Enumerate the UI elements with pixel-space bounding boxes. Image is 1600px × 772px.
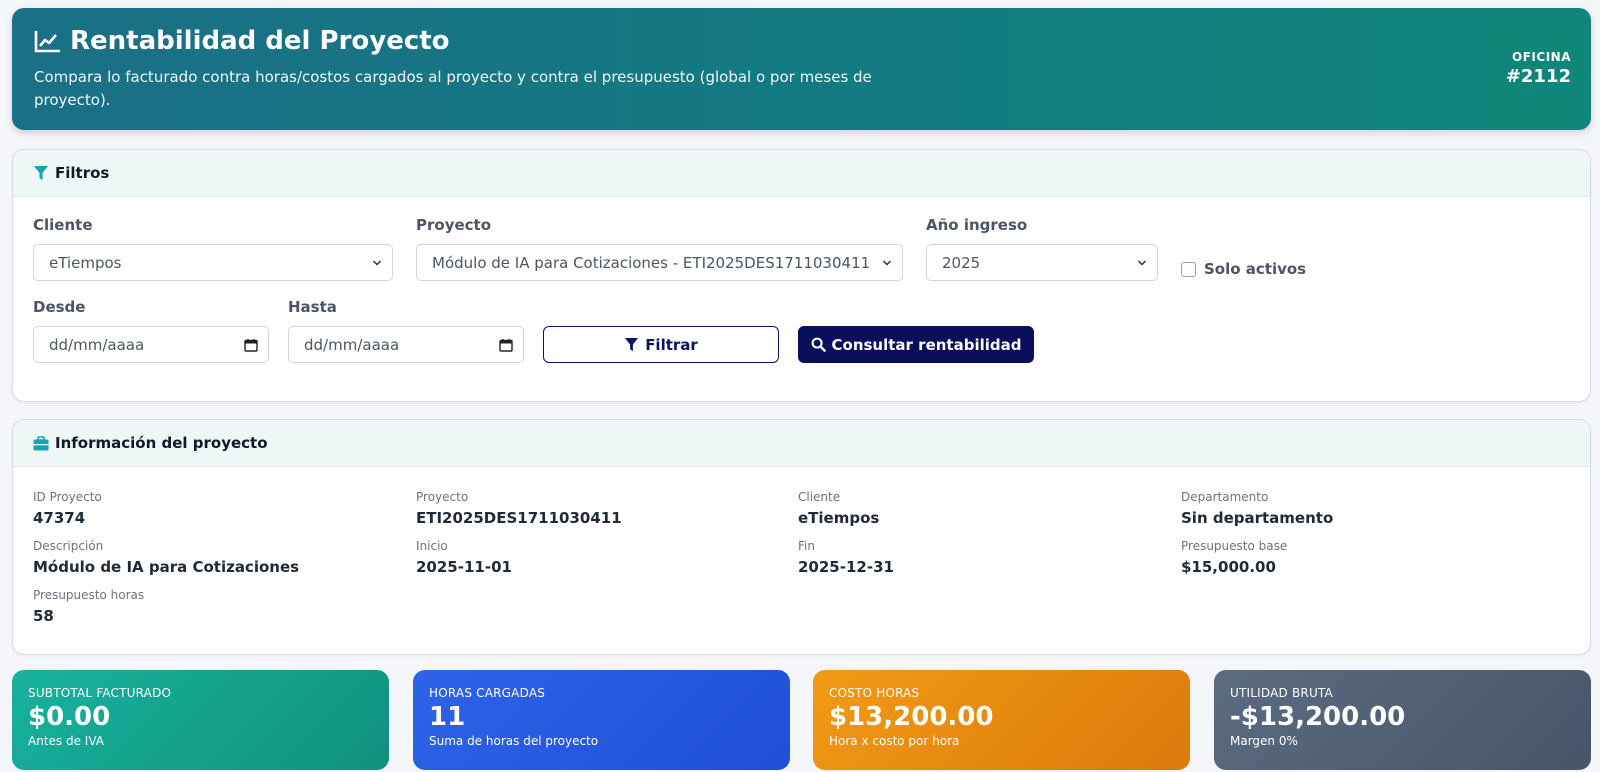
solo-activos-toggle[interactable]: Solo activos	[1181, 260, 1306, 278]
chevron-down-icon	[882, 259, 892, 266]
consultar-rentabilidad-button[interactable]: Consultar rentabilidad	[798, 326, 1034, 363]
kpi-subtotal-facturado: SUBTOTAL FACTURADO $0.00 Antes de IVA	[12, 670, 389, 770]
proyecto-code-label: Proyecto	[416, 490, 469, 504]
page-description: Compara lo facturado contra horas/costos…	[34, 68, 872, 109]
project-info-card: Información del proyecto ID Proyecto 473…	[12, 419, 1591, 655]
anio-select[interactable]: 2025	[926, 244, 1158, 281]
chevron-down-icon	[1137, 259, 1147, 266]
solo-activos-checkbox[interactable]	[1181, 261, 1196, 277]
kpi-value: $0.00	[28, 702, 111, 732]
departamento-label: Departamento	[1181, 490, 1269, 504]
kpi-subtext: Hora x costo por hora	[829, 734, 960, 748]
fin-value: 2025-12-31	[798, 558, 894, 576]
kpi-utilidad-bruta: UTILIDAD BRUTA -$13,200.00 Margen 0%	[1214, 670, 1591, 770]
filtrar-button[interactable]: Filtrar	[543, 326, 779, 363]
office-number: #2112	[1505, 66, 1571, 87]
kpi-value: -$13,200.00	[1230, 702, 1406, 732]
kpi-subtext: Margen 0%	[1230, 734, 1298, 748]
project-info-title: Información del proyecto	[55, 434, 268, 452]
id-proyecto-label: ID Proyecto	[33, 490, 102, 504]
proyecto-select[interactable]: Módulo de IA para Cotizaciones - ETI2025…	[416, 244, 903, 281]
kpi-label: UTILIDAD BRUTA	[1230, 686, 1333, 700]
hasta-label: Hasta	[288, 298, 337, 316]
office-badge: OFICINA #2112	[1506, 50, 1571, 87]
inicio-value: 2025-11-01	[416, 558, 512, 576]
page-title-text: Rentabilidad del Proyecto	[70, 26, 450, 56]
departamento-value: Sin departamento	[1181, 509, 1334, 527]
filter-icon	[625, 337, 639, 352]
filters-title: Filtros	[55, 164, 110, 182]
filter-icon	[34, 166, 48, 180]
page-title: Rentabilidad del Proyecto	[34, 26, 450, 56]
hasta-placeholder: dd/mm/aaaa	[304, 335, 400, 354]
page-header-banner: Rentabilidad del Proyecto Compara lo fac…	[12, 8, 1591, 130]
desde-placeholder: dd/mm/aaaa	[49, 335, 145, 354]
cliente-select[interactable]: eTiempos	[33, 244, 393, 281]
calendar-icon[interactable]	[244, 338, 258, 352]
proyecto-select-value: Módulo de IA para Cotizaciones - ETI2025…	[432, 253, 871, 272]
cliente-label: Cliente	[33, 216, 93, 234]
inicio-label: Inicio	[416, 539, 448, 553]
presupuesto-horas-label: Presupuesto horas	[33, 588, 145, 602]
presupuesto-base-label: Presupuesto base	[1181, 539, 1288, 553]
search-icon	[811, 337, 826, 352]
cliente-info-label: Cliente	[798, 490, 841, 504]
desde-label: Desde	[33, 298, 86, 316]
solo-activos-label: Solo activos	[1204, 260, 1307, 278]
project-info-header: Información del proyecto	[13, 420, 1590, 467]
office-label: OFICINA	[1512, 50, 1571, 64]
consultar-button-label: Consultar rentabilidad	[831, 335, 1022, 354]
desde-date-input[interactable]: dd/mm/aaaa	[33, 326, 269, 363]
kpi-horas-cargadas: HORAS CARGADAS 11 Suma de horas del proy…	[413, 670, 790, 770]
briefcase-icon	[33, 435, 49, 450]
kpi-subtext: Antes de IVA	[28, 734, 104, 748]
presupuesto-base-value: $15,000.00	[1181, 558, 1276, 576]
filters-header: Filtros	[13, 150, 1590, 197]
anio-label: Año ingreso	[926, 216, 1028, 234]
anio-select-value: 2025	[942, 253, 981, 272]
filters-card: Filtros Cliente eTiempos Proyecto Módulo…	[12, 149, 1591, 402]
kpi-label: SUBTOTAL FACTURADO	[28, 686, 172, 700]
fin-label: Fin	[798, 539, 815, 553]
line-chart-icon	[34, 31, 60, 53]
kpi-value: $13,200.00	[829, 702, 994, 732]
calendar-icon[interactable]	[499, 338, 513, 352]
kpi-label: COSTO HORAS	[829, 686, 920, 700]
hasta-date-input[interactable]: dd/mm/aaaa	[288, 326, 524, 363]
chevron-down-icon	[372, 259, 382, 266]
presupuesto-horas-value: 58	[33, 607, 54, 625]
cliente-info-value: eTiempos	[798, 509, 880, 527]
descripcion-value: Módulo de IA para Cotizaciones	[33, 558, 300, 576]
filtrar-button-label: Filtrar	[645, 335, 698, 354]
kpi-subtext: Suma de horas del proyecto	[429, 734, 599, 748]
id-proyecto-value: 47374	[33, 509, 86, 527]
proyecto-label: Proyecto	[416, 216, 492, 234]
kpi-value: 11	[429, 702, 466, 732]
kpi-costo-horas: COSTO HORAS $13,200.00 Hora x costo por …	[813, 670, 1190, 770]
kpi-label: HORAS CARGADAS	[429, 686, 546, 700]
descripcion-label: Descripción	[33, 539, 104, 553]
cliente-select-value: eTiempos	[49, 253, 122, 272]
proyecto-code-value: ETI2025DES1711030411	[416, 509, 622, 527]
